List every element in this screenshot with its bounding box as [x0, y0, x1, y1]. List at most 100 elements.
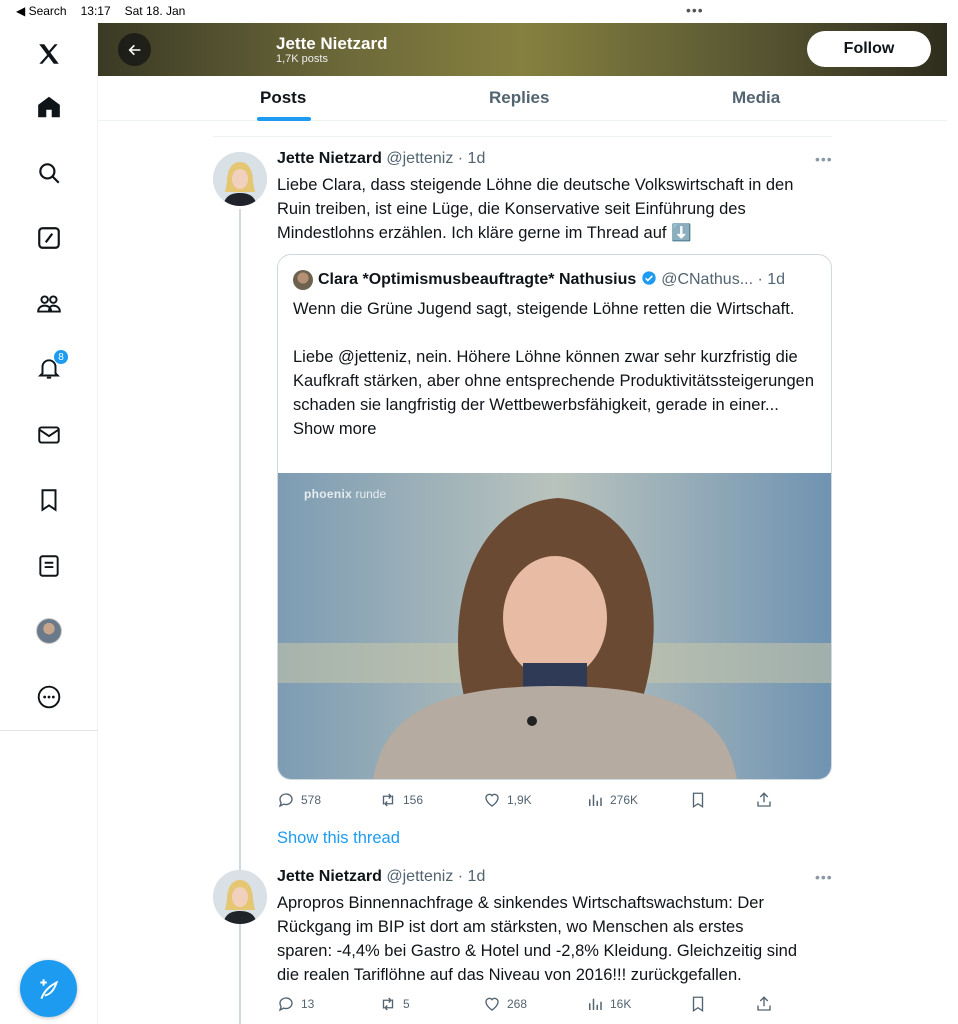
more-icon[interactable] [29, 677, 69, 717]
compose-feather-icon [39, 978, 58, 999]
tweet-time[interactable]: · 1d [458, 150, 486, 167]
quoted-text-paragraph: Wenn die Grüne Jugend sagt, steigende Lö… [293, 300, 795, 318]
bookmark-button[interactable] [689, 995, 707, 1013]
show-more-link[interactable]: Show more [293, 420, 376, 438]
communities-icon[interactable] [29, 284, 69, 324]
quoted-author-name: Clara *Optimismusbeauftragte* Nathusius [318, 271, 637, 288]
tweet-text-line: sparen: -4,4% bei Gastro & Hotel und -2,… [277, 942, 798, 960]
views-icon [589, 794, 602, 806]
tweet-text: Liebe Clara, dass steigende Löhne die de… [277, 173, 832, 245]
share-button[interactable] [755, 791, 773, 809]
reply-count: 578 [301, 793, 322, 807]
show-thread-link[interactable]: Show this thread [277, 829, 400, 848]
tweet-author-avatar[interactable] [213, 870, 267, 924]
tv-channel-logo: phoenix runde [304, 487, 386, 501]
tweet-author-name[interactable]: Jette Nietzard [277, 150, 382, 167]
repost-count: 156 [403, 793, 424, 807]
tweet-header: Jette Nietzard @jetteniz · 1d [277, 868, 485, 886]
like-button[interactable]: 1,9K [483, 791, 532, 809]
quoted-author-avatar [293, 270, 313, 290]
views-button[interactable]: 276K [586, 791, 638, 809]
tweet-action-bar: 13 5 268 16K [277, 995, 787, 1015]
x-logo-icon[interactable] [29, 34, 69, 74]
messages-icon[interactable] [29, 415, 69, 455]
repost-button[interactable]: 5 [379, 995, 410, 1013]
profile-avatar[interactable] [29, 611, 69, 651]
home-icon[interactable] [29, 87, 69, 127]
reply-icon [278, 793, 293, 808]
back-button[interactable] [118, 33, 151, 66]
tweet-text-line: Rückgang im BIP ist dort am stärksten, w… [277, 918, 744, 936]
share-button[interactable] [755, 995, 773, 1013]
nav-divider [0, 730, 98, 731]
compose-post-button[interactable] [20, 960, 77, 1017]
grok-icon[interactable] [29, 218, 69, 258]
quoted-tweet-header: Clara *Optimismusbeauftragte* Nathusius … [318, 270, 785, 289]
view-count: 276K [610, 793, 639, 807]
tweet-text-line: Ruin treiben, ist eine Lüge, die Konserv… [277, 200, 746, 218]
back-to-search-link[interactable]: ◀ Search [16, 4, 67, 18]
quoted-text-body: Liebe @jetteniz, nein. Höhere Löhne könn… [293, 348, 814, 414]
verified-badge-icon [642, 271, 656, 285]
tweet-text-line: Liebe Clara, dass steigende Löhne die de… [277, 176, 794, 194]
quoted-tweet-text: Wenn die Grüne Jugend sagt, steigende Lö… [293, 297, 818, 441]
share-icon [757, 996, 771, 1011]
repost-icon [382, 793, 394, 807]
search-icon[interactable] [29, 153, 69, 193]
active-tab-indicator [257, 117, 311, 121]
multitasking-dots[interactable]: ••• [686, 2, 704, 18]
profile-avatar-image [36, 618, 62, 644]
status-time: 13:17 [80, 4, 111, 18]
notifications-icon[interactable]: 8 [29, 349, 69, 389]
tweet-header: Jette Nietzard @jetteniz · 1d [277, 150, 485, 168]
share-icon [757, 792, 771, 807]
tab-media[interactable]: Media [732, 88, 780, 108]
feed-divider [213, 136, 832, 137]
tweet-time[interactable]: · 1d [458, 868, 486, 885]
tweet-author-handle[interactable]: @jetteniz [386, 868, 453, 885]
views-button[interactable]: 16K [586, 995, 631, 1013]
reply-button[interactable]: 13 [277, 995, 314, 1013]
tweet-author-handle[interactable]: @jetteniz [386, 150, 453, 167]
tab-posts[interactable]: Posts [260, 88, 306, 108]
repost-button[interactable]: 156 [379, 791, 423, 809]
like-count: 1,9K [507, 793, 532, 807]
profile-header-banner: Jette Nietzard 1,7K posts Follow [98, 23, 947, 76]
heart-icon [485, 997, 499, 1011]
views-icon [589, 998, 602, 1010]
lists-icon[interactable] [29, 546, 69, 586]
tweet-text: Apropros Binnennachfrage & sinkendes Wir… [277, 891, 837, 987]
tweet-more-options-icon[interactable]: ••• [815, 869, 833, 885]
bookmark-button[interactable] [689, 791, 707, 809]
reply-count: 13 [301, 997, 315, 1011]
like-button[interactable]: 268 [483, 995, 527, 1013]
profile-name: Jette Nietzard [276, 34, 388, 53]
tweet-author-avatar[interactable] [213, 152, 267, 206]
tweet-author-name[interactable]: Jette Nietzard [277, 868, 382, 885]
sidebar-nav: 8 [0, 22, 98, 1024]
heart-icon [485, 793, 499, 807]
profile-tabs: Posts Replies Media [98, 76, 947, 121]
profile-post-count: 1,7K posts [276, 53, 328, 65]
follow-button[interactable]: Follow [807, 31, 931, 67]
reply-button[interactable]: 578 [277, 791, 321, 809]
tab-replies[interactable]: Replies [489, 88, 549, 108]
tweet-text-line: Apropros Binnennachfrage & sinkendes Wir… [277, 894, 764, 912]
view-count: 16K [610, 997, 632, 1011]
bookmarks-icon[interactable] [29, 480, 69, 520]
repost-icon [382, 997, 394, 1011]
quoted-tweet-media[interactable]: phoenix runde [278, 473, 831, 779]
arrow-left-icon [128, 44, 140, 55]
bookmark-icon [692, 792, 704, 809]
quoted-text-paragraph: Liebe @jetteniz, nein. Höhere Löhne könn… [293, 345, 818, 441]
tweet-more-options-icon[interactable]: ••• [815, 151, 833, 167]
tweet-text-line: Mindestlohns erzählen. Ich kläre gerne i… [277, 224, 692, 242]
tweet-text-line: die realen Tariflöhne auf das Niveau von… [277, 966, 742, 984]
status-date: Sat 18. Jan [124, 4, 186, 18]
tweet-action-bar: 578 156 1,9K 276K [277, 791, 787, 811]
tv-channel-logo-bold: phoenix [304, 487, 353, 501]
quoted-tweet[interactable]: Clara *Optimismusbeauftragte* Nathusius … [277, 254, 832, 780]
notifications-badge: 8 [53, 349, 69, 365]
reply-icon [278, 997, 293, 1012]
tv-channel-logo-rest: runde [352, 487, 387, 501]
